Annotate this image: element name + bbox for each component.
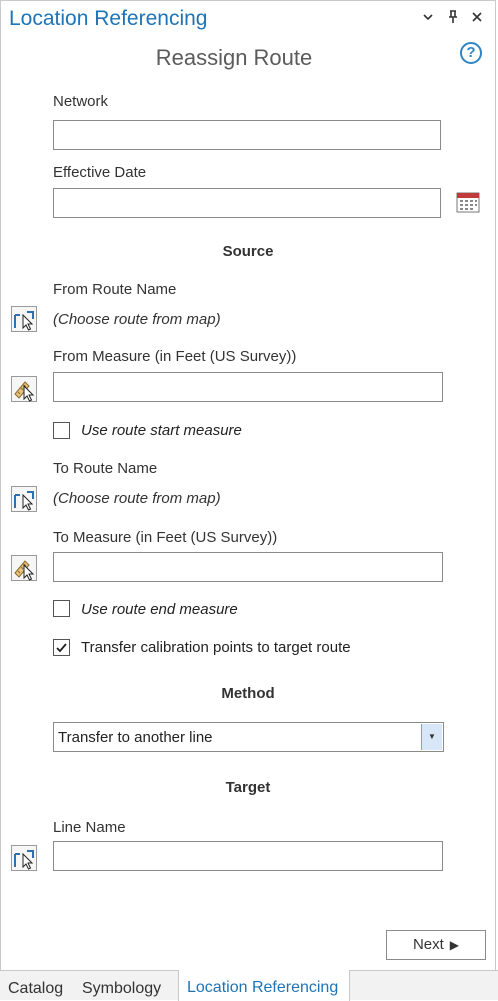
- choose-route-icon: [14, 850, 34, 870]
- use-route-start-checkbox[interactable]: [53, 422, 70, 439]
- next-button[interactable]: Next ▶: [386, 930, 486, 960]
- choose-to-route-tool-button[interactable]: [11, 486, 37, 512]
- choose-line-tool-button[interactable]: [11, 845, 37, 871]
- from-route-label: From Route Name: [53, 281, 177, 298]
- to-route-value: (Choose route from map): [53, 490, 221, 507]
- method-selected-value: Transfer to another line: [58, 729, 213, 746]
- from-measure-input[interactable]: [53, 372, 443, 402]
- choose-measure-icon: [14, 381, 35, 402]
- source-heading: Source: [222, 243, 274, 260]
- choose-measure-icon: [14, 560, 35, 581]
- choose-measure-tool-button[interactable]: [11, 376, 37, 402]
- choose-to-measure-tool-button[interactable]: [11, 555, 37, 581]
- line-name-label: Line Name: [53, 819, 126, 836]
- target-heading: Target: [225, 779, 271, 796]
- dropdown-arrow-icon[interactable]: ▼: [421, 724, 442, 750]
- pane-tab-bar: Catalog Symbology Location Referencing: [0, 970, 498, 1001]
- tab-location-referencing[interactable]: Location Referencing: [178, 970, 350, 1001]
- tool-title: Reassign Route: [155, 45, 313, 70]
- calendar-icon[interactable]: [456, 190, 480, 219]
- choose-route-icon: [14, 311, 34, 331]
- choose-route-tool-button[interactable]: [11, 306, 37, 332]
- close-icon[interactable]: [471, 10, 483, 26]
- pane-title: Location Referencing: [9, 7, 208, 30]
- tab-location-referencing-label: Location Referencing: [187, 979, 339, 996]
- from-measure-label: From Measure (in Feet (US Survey)): [53, 348, 297, 365]
- tab-symbology[interactable]: Symbology: [82, 980, 161, 998]
- use-route-end-label: Use route end measure: [81, 601, 238, 618]
- help-icon[interactable]: ?: [460, 42, 482, 64]
- line-name-input[interactable]: [53, 841, 443, 871]
- method-select[interactable]: Transfer to another line ▼: [53, 722, 444, 752]
- to-measure-input[interactable]: [53, 552, 443, 582]
- chevron-down-icon[interactable]: [422, 10, 434, 26]
- to-measure-label: To Measure (in Feet (US Survey)): [53, 529, 278, 546]
- location-referencing-pane: Location Referencing Reassign Route ? Ne…: [0, 0, 496, 970]
- method-heading: Method: [221, 685, 275, 702]
- to-route-label: To Route Name: [53, 460, 158, 477]
- checkmark-icon: [56, 643, 67, 653]
- from-route-value: (Choose route from map): [53, 311, 221, 328]
- choose-route-icon: [14, 491, 34, 511]
- effective-date-label: Effective Date: [53, 164, 147, 181]
- use-route-start-label: Use route start measure: [81, 422, 242, 439]
- network-label: Network: [53, 93, 109, 110]
- use-route-end-checkbox[interactable]: [53, 600, 70, 617]
- transfer-calibration-checkbox[interactable]: [53, 639, 70, 656]
- tab-catalog[interactable]: Catalog: [8, 980, 63, 998]
- pin-icon[interactable]: [447, 10, 459, 27]
- transfer-calibration-label: Transfer calibration points to target ro…: [81, 639, 351, 656]
- next-label: Next: [412, 936, 444, 953]
- play-arrow-icon: ▶: [449, 938, 460, 952]
- effective-date-input[interactable]: [53, 188, 441, 218]
- network-input[interactable]: [53, 120, 441, 150]
